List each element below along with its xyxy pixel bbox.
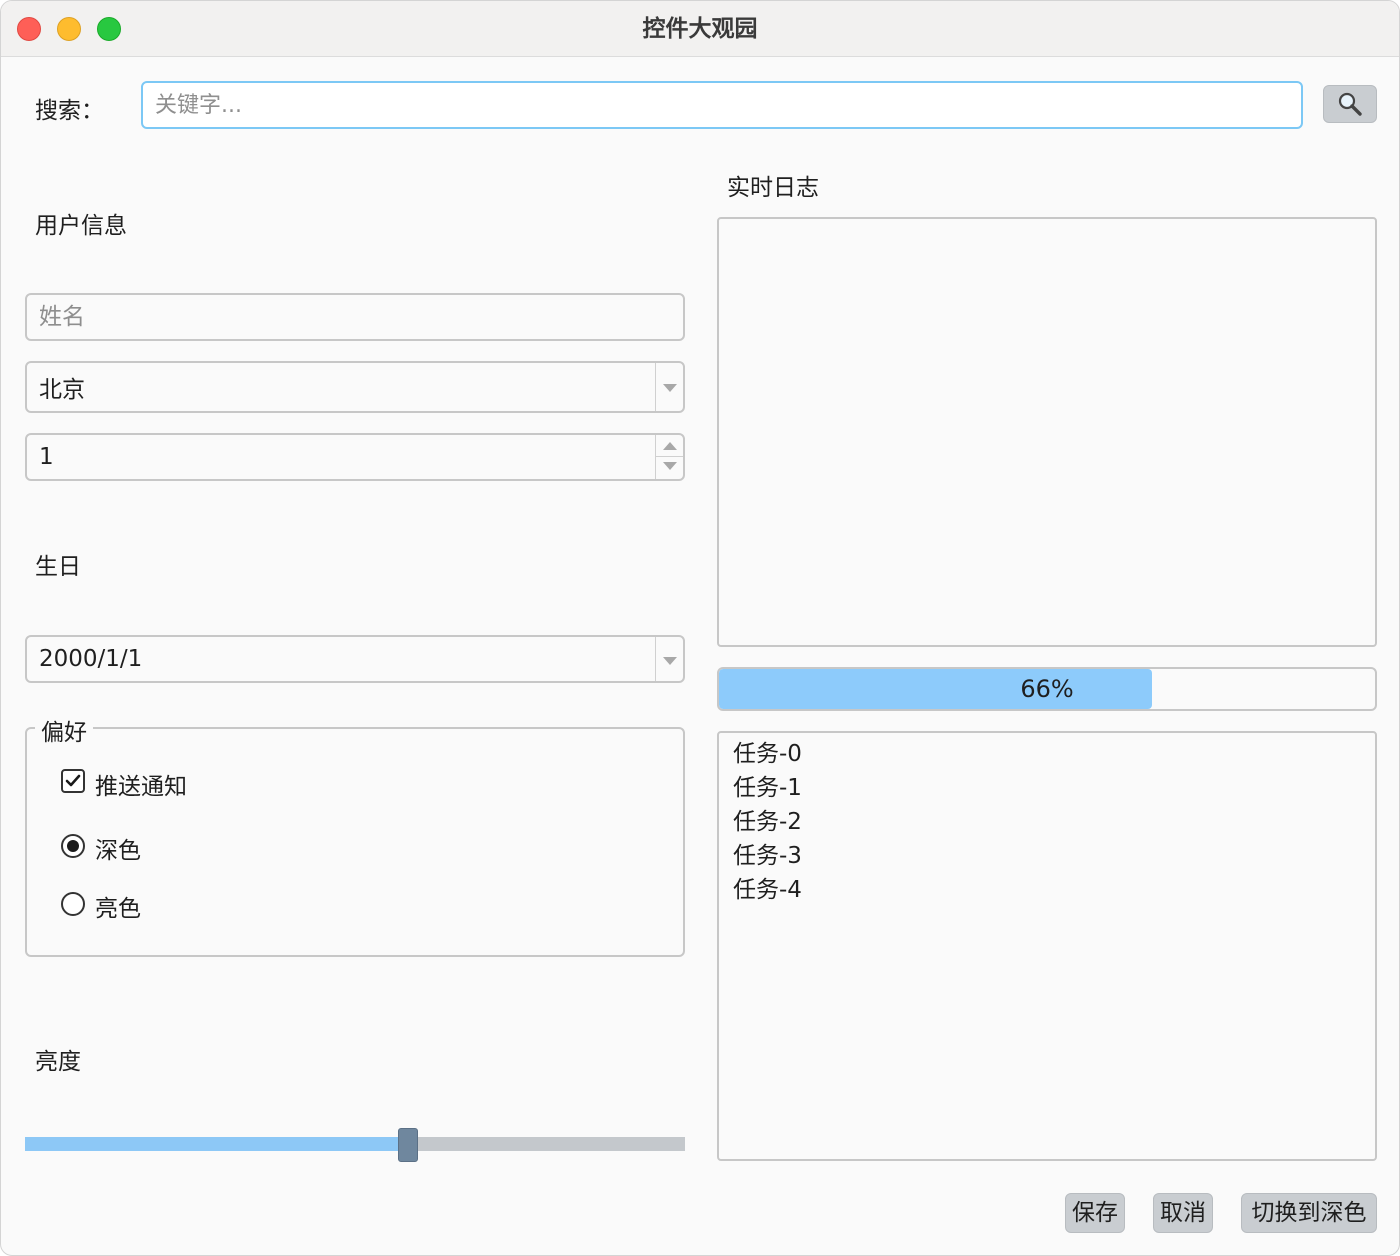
birthday-date-picker[interactable]: 2000/1/1 bbox=[25, 635, 685, 683]
log-heading: 实时日志 bbox=[727, 175, 819, 201]
spin-up-icon[interactable] bbox=[663, 442, 677, 450]
search-label: 搜索： bbox=[35, 98, 104, 124]
light-theme-label[interactable]: 亮色 bbox=[95, 889, 141, 923]
user-info-heading: 用户信息 bbox=[35, 213, 127, 239]
main-window: 控件大观园 搜索： 用户信息 北京 1 生日 2000/1/1 偏 bbox=[0, 0, 1400, 1256]
list-item[interactable]: 任务-3 bbox=[719, 839, 1375, 873]
spinbox-buttons bbox=[655, 435, 683, 479]
toggle-theme-button[interactable]: 切换到深色 bbox=[1241, 1193, 1377, 1233]
list-item[interactable]: 任务-4 bbox=[719, 873, 1375, 907]
brightness-slider[interactable] bbox=[25, 1137, 685, 1151]
spinbox-value: 1 bbox=[39, 444, 54, 470]
task-list[interactable]: 任务-0 任务-1 任务-2 任务-3 任务-4 bbox=[717, 731, 1377, 1161]
birthday-value: 2000/1/1 bbox=[39, 646, 143, 672]
title-bar: 控件大观园 bbox=[1, 1, 1399, 57]
spin-down-icon[interactable] bbox=[663, 462, 677, 470]
preferences-title: 偏好 bbox=[35, 713, 93, 747]
search-button[interactable] bbox=[1323, 85, 1377, 123]
window-title: 控件大观园 bbox=[642, 16, 758, 42]
cancel-button[interactable]: 取消 bbox=[1153, 1193, 1213, 1233]
list-item[interactable]: 任务-2 bbox=[719, 805, 1375, 839]
dark-theme-radio[interactable] bbox=[61, 834, 85, 858]
name-input[interactable] bbox=[39, 304, 683, 330]
log-text-area[interactable] bbox=[717, 217, 1377, 647]
search-input[interactable] bbox=[141, 81, 1303, 129]
city-value: 北京 bbox=[39, 377, 85, 403]
checkmark-icon bbox=[65, 774, 81, 787]
city-combobox[interactable]: 北京 bbox=[25, 361, 685, 413]
birthday-heading: 生日 bbox=[35, 554, 81, 580]
push-notification-checkbox[interactable] bbox=[61, 769, 85, 793]
progress-bar: 66% bbox=[717, 667, 1377, 711]
date-dropdown-button[interactable] bbox=[655, 637, 683, 681]
push-notification-label[interactable]: 推送通知 bbox=[95, 767, 187, 801]
city-dropdown-button[interactable] bbox=[655, 363, 683, 411]
chevron-down-icon bbox=[663, 657, 677, 665]
progress-text: 66% bbox=[1020, 675, 1074, 703]
list-item[interactable]: 任务-0 bbox=[719, 737, 1375, 771]
list-item[interactable]: 任务-1 bbox=[719, 771, 1375, 805]
number-spinbox[interactable]: 1 bbox=[25, 433, 685, 481]
magnifier-icon bbox=[1338, 92, 1362, 116]
chevron-down-icon bbox=[663, 384, 677, 392]
brightness-slider-handle[interactable] bbox=[397, 1128, 418, 1162]
light-theme-radio[interactable] bbox=[61, 892, 85, 916]
brightness-heading: 亮度 bbox=[35, 1049, 81, 1075]
name-field[interactable] bbox=[25, 293, 685, 341]
save-button[interactable]: 保存 bbox=[1065, 1193, 1125, 1233]
spinbox-divider bbox=[656, 456, 683, 457]
brightness-slider-fill bbox=[25, 1137, 408, 1151]
dark-theme-label[interactable]: 深色 bbox=[95, 831, 141, 865]
